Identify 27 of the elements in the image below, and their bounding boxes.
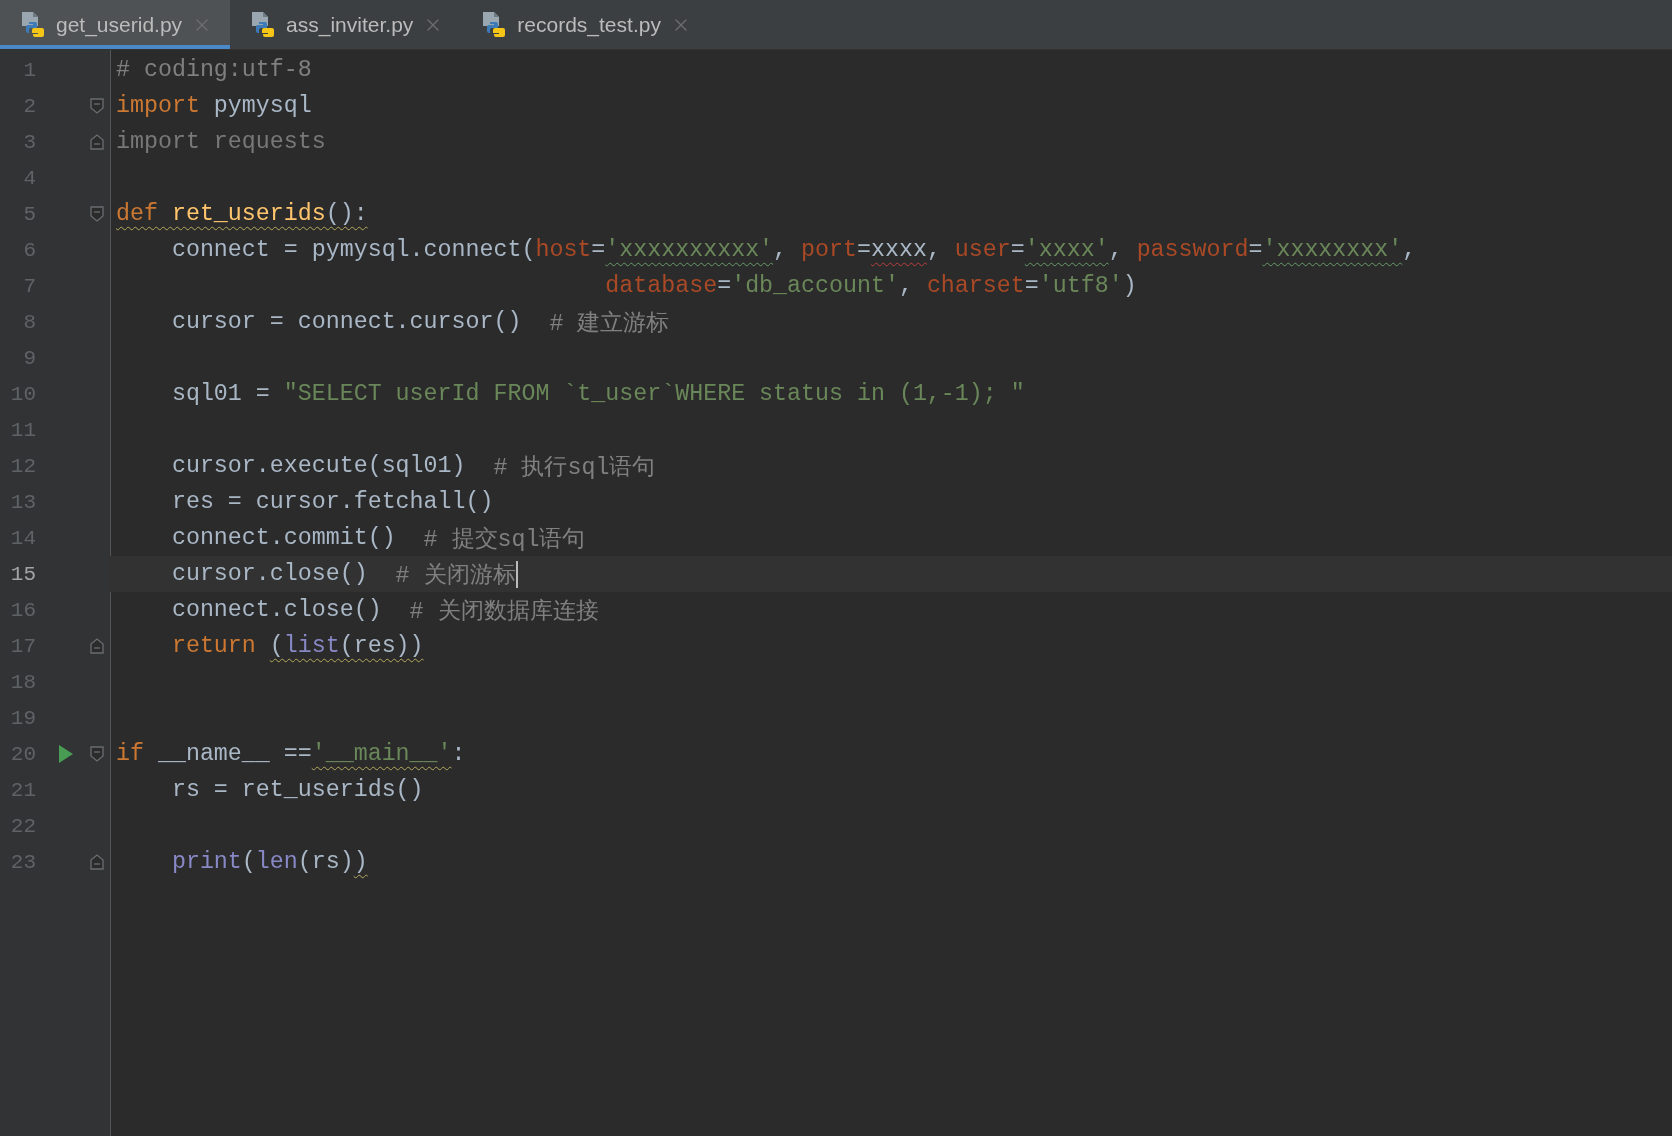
code-line: cursor = connect.cursor() # 建立游标 <box>170 308 671 339</box>
run-icon[interactable] <box>58 744 74 764</box>
file-tab[interactable]: ass_inviter.py <box>230 0 462 49</box>
fold-marker-icon[interactable] <box>90 746 104 762</box>
line-number: 15 <box>9 562 36 586</box>
python-file-icon <box>20 10 46 39</box>
code-line: res = cursor.fetchall() <box>170 488 495 517</box>
code-line: connect.close() # 关闭数据库连接 <box>170 596 600 627</box>
fold-marker-icon[interactable] <box>90 98 104 114</box>
code-line: rs = ret_userids() <box>170 776 425 805</box>
code-line: return (list(res)) <box>170 632 425 661</box>
code-line: print(len(rs)) <box>170 848 369 877</box>
code-line: # coding:utf-8 <box>115 56 313 85</box>
code-line: cursor.execute(sql01) # 执行sql语句 <box>170 452 657 483</box>
code-line: connect = pymysql.connect(host='xxxxxxxxxx', port=xxxx, user='xxxx', password='xxxxxxxx', <box>170 236 1418 265</box>
code-line: def ret_userids(): <box>115 200 369 229</box>
fold-marker-icon[interactable] <box>90 206 104 222</box>
code-line: import requests <box>115 128 327 157</box>
code-line: sql01 = "SELECT userId FROM `t_user`WHERE status in (1,-1); " <box>170 380 1026 409</box>
code-line: if __name__ =='__main__': <box>115 740 467 769</box>
code-line: import pymysql <box>115 92 313 121</box>
file-tab[interactable]: records_test.py <box>461 0 709 49</box>
python-file-icon <box>481 10 508 39</box>
file-tab[interactable]: get_userid.py <box>0 0 231 49</box>
code-line: connect.commit() # 提交sql语句 <box>170 524 587 555</box>
code-line: database='db_account', charset='utf8') <box>604 272 1138 301</box>
python-file-icon <box>250 10 277 39</box>
